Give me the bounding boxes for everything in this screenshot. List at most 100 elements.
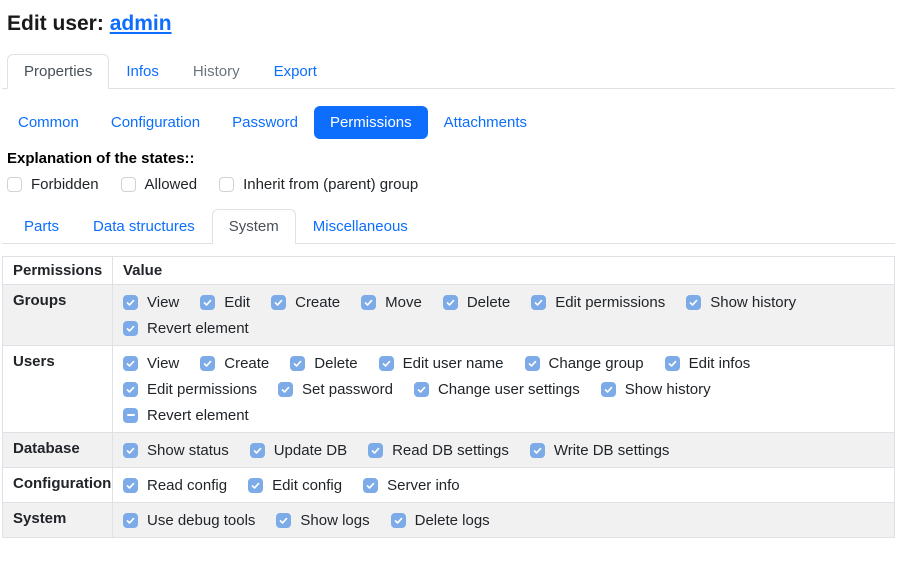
tab-parts[interactable]: Parts xyxy=(7,209,76,244)
permission-groups-edit-permissions[interactable]: Edit permissions xyxy=(531,294,665,311)
permission-users-edit-permissions[interactable]: Edit permissions xyxy=(123,381,257,398)
permission-users-delete[interactable]: Delete xyxy=(290,355,357,372)
tab-miscellaneous[interactable]: Miscellaneous xyxy=(296,209,425,244)
checkbox-indeterminate-icon[interactable] xyxy=(123,408,138,423)
checkbox-line: Edit permissions Set password Change user … xyxy=(123,376,884,402)
checkbox-checked-icon[interactable] xyxy=(250,443,265,458)
permission-database-read-db-settings[interactable]: Read DB settings xyxy=(368,442,509,459)
permission-users-edit-user-name[interactable]: Edit user name xyxy=(379,355,504,372)
column-header-value: Value xyxy=(113,257,895,285)
checkbox-checked-icon[interactable] xyxy=(379,356,394,371)
checkbox-checked-icon[interactable] xyxy=(200,356,215,371)
permission-label: Revert element xyxy=(147,320,249,337)
permission-configuration-read-config[interactable]: Read config xyxy=(123,477,227,494)
checkbox-checked-icon[interactable] xyxy=(276,513,291,528)
permission-database-write-db-settings[interactable]: Write DB settings xyxy=(530,442,670,459)
permission-database-update-db[interactable]: Update DB xyxy=(250,442,347,459)
column-header-permissions: Permissions xyxy=(3,257,113,285)
permission-label: Delete xyxy=(467,294,510,311)
permission-users-create[interactable]: Create xyxy=(200,355,269,372)
tab-common[interactable]: Common xyxy=(2,106,95,139)
checkbox-checked-icon[interactable] xyxy=(525,356,540,371)
tab-infos[interactable]: Infos xyxy=(109,54,176,89)
permission-label: Read config xyxy=(147,477,227,494)
legend-item-allowed[interactable]: Allowed xyxy=(121,176,198,193)
permission-label: Edit permissions xyxy=(147,381,257,398)
page: Edit user: admin PropertiesInfosHistoryE… xyxy=(2,12,895,538)
permission-label: Edit infos xyxy=(689,355,751,372)
checkbox-checked-icon[interactable] xyxy=(123,295,138,310)
checkbox-checked-icon[interactable] xyxy=(361,295,376,310)
permission-users-change-group[interactable]: Change group xyxy=(525,355,644,372)
checkbox-unchecked-icon[interactable] xyxy=(219,177,234,192)
checkbox-unchecked-icon[interactable] xyxy=(121,177,136,192)
checkbox-checked-icon[interactable] xyxy=(278,382,293,397)
permission-users-show-history[interactable]: Show history xyxy=(601,381,711,398)
checkbox-checked-icon[interactable] xyxy=(686,295,701,310)
permission-system-delete-logs[interactable]: Delete logs xyxy=(391,512,490,529)
checkbox-checked-icon[interactable] xyxy=(601,382,616,397)
checkbox-checked-icon[interactable] xyxy=(414,382,429,397)
permission-label: Delete logs xyxy=(415,512,490,529)
permission-section-tab-bar: PartsData structuresSystemMiscellaneous xyxy=(2,209,895,244)
checkbox-checked-icon[interactable] xyxy=(123,382,138,397)
tab-permissions[interactable]: Permissions xyxy=(314,106,428,139)
permission-configuration-edit-config[interactable]: Edit config xyxy=(248,477,342,494)
permission-configuration-server-info[interactable]: Server info xyxy=(363,477,460,494)
permission-users-view[interactable]: View xyxy=(123,355,179,372)
edited-user-link[interactable]: admin xyxy=(110,12,172,35)
permission-users-edit-infos[interactable]: Edit infos xyxy=(665,355,751,372)
tab-properties[interactable]: Properties xyxy=(7,54,109,89)
tab-export[interactable]: Export xyxy=(257,54,334,89)
checkbox-checked-icon[interactable] xyxy=(248,478,263,493)
tab-attachments[interactable]: Attachments xyxy=(428,106,543,139)
checkbox-checked-icon[interactable] xyxy=(290,356,305,371)
permission-groups-create[interactable]: Create xyxy=(271,294,340,311)
checkbox-checked-icon[interactable] xyxy=(123,321,138,336)
permission-system-show-logs[interactable]: Show logs xyxy=(276,512,369,529)
permissions-table: Permissions Value GroupsViewEditCreateMo… xyxy=(2,256,895,538)
legend-item-inherit-from-parent-group[interactable]: Inherit from (parent) group xyxy=(219,176,418,193)
checkbox-checked-icon[interactable] xyxy=(200,295,215,310)
permission-label: Show logs xyxy=(300,512,369,529)
tab-system[interactable]: System xyxy=(212,209,296,244)
permission-groups-show-history[interactable]: Show history xyxy=(686,294,796,311)
permission-groups-revert-element[interactable]: Revert element xyxy=(123,320,249,337)
value-cell: Read config Edit config Server info xyxy=(113,468,895,503)
checkbox-checked-icon[interactable] xyxy=(123,478,138,493)
checkbox-checked-icon[interactable] xyxy=(530,443,545,458)
permission-users-revert-element[interactable]: Revert element xyxy=(123,407,249,424)
checkbox-checked-icon[interactable] xyxy=(531,295,546,310)
permission-label: Use debug tools xyxy=(147,512,255,529)
checkbox-checked-icon[interactable] xyxy=(443,295,458,310)
permission-label: Edit xyxy=(224,294,250,311)
permission-groups-delete[interactable]: Delete xyxy=(443,294,510,311)
indeterminate-dash xyxy=(127,414,135,416)
tab-configuration[interactable]: Configuration xyxy=(95,106,216,139)
legend-item-label: Forbidden xyxy=(31,176,99,193)
permission-label: Create xyxy=(224,355,269,372)
permission-users-set-password[interactable]: Set password xyxy=(278,381,393,398)
checkbox-checked-icon[interactable] xyxy=(368,443,383,458)
checkbox-checked-icon[interactable] xyxy=(665,356,680,371)
permission-database-show-status[interactable]: Show status xyxy=(123,442,229,459)
checkbox-checked-icon[interactable] xyxy=(271,295,286,310)
checkbox-checked-icon[interactable] xyxy=(123,356,138,371)
permission-groups-edit[interactable]: Edit xyxy=(200,294,250,311)
permission-system-use-debug-tools[interactable]: Use debug tools xyxy=(123,512,255,529)
legend-item-forbidden[interactable]: Forbidden xyxy=(7,176,99,193)
checkbox-checked-icon[interactable] xyxy=(391,513,406,528)
permission-groups-move[interactable]: Move xyxy=(361,294,422,311)
permission-label: Update DB xyxy=(274,442,347,459)
permission-users-change-user-settings[interactable]: Change user settings xyxy=(414,381,580,398)
tab-data-structures[interactable]: Data structures xyxy=(76,209,212,244)
checkbox-checked-icon[interactable] xyxy=(123,443,138,458)
category-cell: Configuration xyxy=(3,468,113,503)
tab-password[interactable]: Password xyxy=(216,106,314,139)
checkbox-line: Revert element xyxy=(123,402,884,428)
checkbox-checked-icon[interactable] xyxy=(123,513,138,528)
checkbox-line: View Create Delete Edit user name Change gro… xyxy=(123,350,884,376)
checkbox-checked-icon[interactable] xyxy=(363,478,378,493)
checkbox-unchecked-icon[interactable] xyxy=(7,177,22,192)
permission-groups-view[interactable]: View xyxy=(123,294,179,311)
